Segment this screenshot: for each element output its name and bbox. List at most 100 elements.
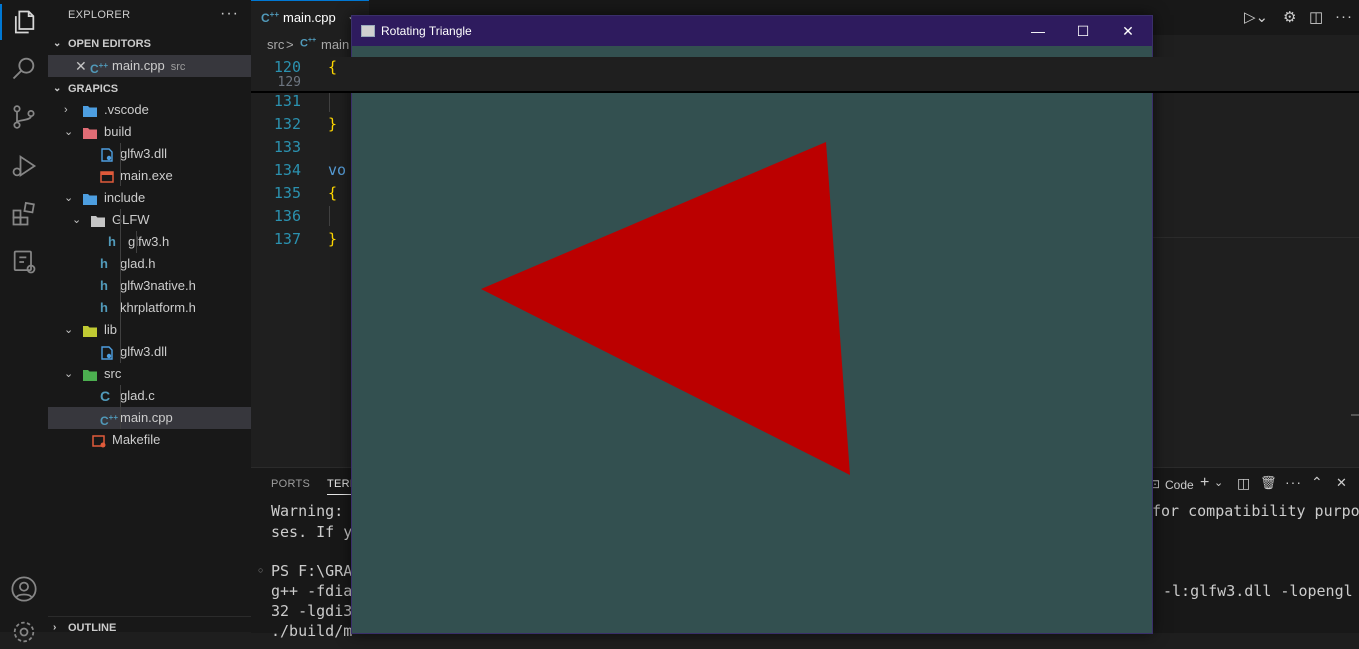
line-number: 133 xyxy=(273,138,301,156)
open-editor-item-main-cpp[interactable]: ✕ C++ main.cpp src xyxy=(48,55,251,77)
tree-item-label: .vscode xyxy=(104,102,149,117)
tab-ports[interactable]: PORTS xyxy=(271,478,310,490)
tab-label: main.cpp xyxy=(283,10,336,25)
header-file-icon: h xyxy=(100,256,108,271)
new-terminal-icon[interactable]: + xyxy=(1200,474,1209,492)
line-number: 129 xyxy=(277,75,301,87)
outline-label: OUTLINE xyxy=(68,622,117,634)
terminal-profile-label[interactable]: Code xyxy=(1165,478,1194,492)
line-number: 131 xyxy=(273,92,301,110)
chevron-down-icon[interactable]: ⌄ xyxy=(1214,476,1223,489)
tree-item-label: glad.h xyxy=(120,256,156,271)
tree-item[interactable]: C++ main.cpp xyxy=(48,407,251,429)
indent-guide xyxy=(120,341,121,363)
tree-item[interactable]: h glfw3native.h xyxy=(48,275,251,297)
settings-gear-icon[interactable] xyxy=(10,618,38,646)
close-panel-icon[interactable]: ✕ xyxy=(1336,475,1347,491)
activity-bar xyxy=(0,0,49,643)
tree-item-label: glfw3native.h xyxy=(120,278,196,293)
sticky-scroll: 120 { 129 xyxy=(251,57,1359,93)
remote-explorer-icon[interactable] xyxy=(10,248,38,276)
open-editors-header[interactable]: ⌄ OPEN EDITORS xyxy=(48,33,251,55)
close-icon[interactable]: ✕ xyxy=(75,55,87,77)
tree-item[interactable]: ⌄ GLFW xyxy=(48,209,251,231)
tree-item[interactable]: h glad.h xyxy=(48,253,251,275)
run-icon[interactable]: ▷⌄ xyxy=(1244,8,1268,26)
rotating-triangle-window[interactable]: Rotating Triangle — ☐ ✕ xyxy=(351,15,1153,634)
tree-item[interactable]: glfw3.dll xyxy=(48,143,251,165)
chevron-down-icon[interactable]: ⌄ xyxy=(64,363,73,385)
chevron-right-icon: › xyxy=(53,622,57,633)
tree-item[interactable]: h glfw3.h xyxy=(48,231,251,253)
outline-header[interactable]: › OUTLINE xyxy=(48,616,251,639)
search-icon[interactable] xyxy=(10,54,38,82)
split-editor-icon[interactable]: ◫ xyxy=(1309,8,1323,26)
account-icon[interactable] xyxy=(10,575,38,603)
maximize-button[interactable]: ☐ xyxy=(1060,16,1106,46)
include-folder-icon xyxy=(82,191,97,205)
trash-icon[interactable]: 🗑 xyxy=(1260,475,1277,491)
explorer-more-actions[interactable]: ··· xyxy=(220,5,239,23)
breadcrumb-folder[interactable]: src xyxy=(267,37,284,52)
tree-item-label: src xyxy=(104,366,122,381)
lib-folder-icon xyxy=(82,323,97,337)
tree-item-label: glfw3.dll xyxy=(120,146,167,161)
workspace-label: GRAPICS xyxy=(68,83,119,95)
indent-guide xyxy=(329,206,330,226)
terminal-line: -l:glfw3.dll -lopengl xyxy=(1163,582,1353,600)
line-number: 132 xyxy=(273,115,301,133)
tree-item[interactable]: ⌄ include xyxy=(48,187,251,209)
terminal-line: for compatibility purpo xyxy=(1152,502,1359,520)
tree-item-label: Makefile xyxy=(112,432,161,447)
more-actions-icon[interactable]: ··· xyxy=(1285,474,1302,490)
exe-file-icon xyxy=(100,169,114,183)
tree-item[interactable]: › .vscode xyxy=(48,99,251,121)
split-terminal-icon[interactable]: ◫ xyxy=(1237,475,1250,492)
source-control-icon[interactable] xyxy=(10,103,38,131)
explorer-icon[interactable] xyxy=(10,8,38,36)
line-number: 120 xyxy=(273,58,301,76)
more-actions-icon[interactable]: ··· xyxy=(1335,8,1353,25)
minimize-button[interactable]: — xyxy=(1015,16,1061,46)
scrollbar-marker[interactable] xyxy=(1351,414,1359,416)
chevron-down-icon[interactable]: ⌄ xyxy=(64,121,73,143)
tree-item[interactable]: ⌄ lib xyxy=(48,319,251,341)
workspace-header[interactable]: ⌄ GRAPICS xyxy=(48,78,251,100)
window-title-bar[interactable]: Rotating Triangle — ☐ ✕ xyxy=(352,16,1152,46)
tree-item[interactable]: ⌄ build xyxy=(48,121,251,143)
gear-icon[interactable]: ⚙ xyxy=(1283,8,1296,26)
chevron-right-icon[interactable]: › xyxy=(64,99,68,121)
tree-item-label: include xyxy=(104,190,146,205)
tree-item[interactable]: Cglad.c xyxy=(48,385,251,407)
code-line: vo xyxy=(328,161,347,179)
tree-item[interactable]: glfw3.dll xyxy=(48,341,251,363)
chevron-down-icon[interactable]: ⌄ xyxy=(72,209,81,231)
header-file-icon: h xyxy=(100,278,108,293)
tree-item-label: glfw3.dll xyxy=(120,344,167,359)
c-file-icon: C xyxy=(100,388,111,404)
line-number: 136 xyxy=(273,207,301,225)
breadcrumb-file[interactable]: main xyxy=(321,37,349,52)
extensions-icon[interactable] xyxy=(10,200,38,228)
indent-guide xyxy=(120,209,121,341)
run-debug-icon[interactable] xyxy=(10,152,38,180)
tree-item-label: main.cpp xyxy=(120,410,173,425)
tree-item[interactable]: h khrplatform.h xyxy=(48,297,251,319)
window-title: Rotating Triangle xyxy=(381,24,472,38)
line-number: 137 xyxy=(273,230,301,248)
chevron-down-icon[interactable]: ⌄ xyxy=(64,319,73,341)
maximize-panel-icon[interactable]: ⌃ xyxy=(1311,474,1323,491)
tree-item-label: build xyxy=(104,124,132,139)
open-editor-desc: src xyxy=(170,61,186,73)
tree-item[interactable]: main.exe xyxy=(48,165,251,187)
tree-item[interactable]: ⌄ src xyxy=(48,363,251,385)
code-line: { xyxy=(328,58,338,76)
indent-guide xyxy=(329,92,330,112)
tree-item-label: glfw3.h xyxy=(128,234,170,249)
close-button[interactable]: ✕ xyxy=(1105,16,1151,46)
chevron-down-icon[interactable]: ⌄ xyxy=(64,187,73,209)
tree-item[interactable]: Makefile xyxy=(48,429,251,451)
indent-guide xyxy=(120,143,121,186)
folder-icon xyxy=(90,213,105,227)
chevron-down-icon: ⌄ xyxy=(53,83,62,94)
